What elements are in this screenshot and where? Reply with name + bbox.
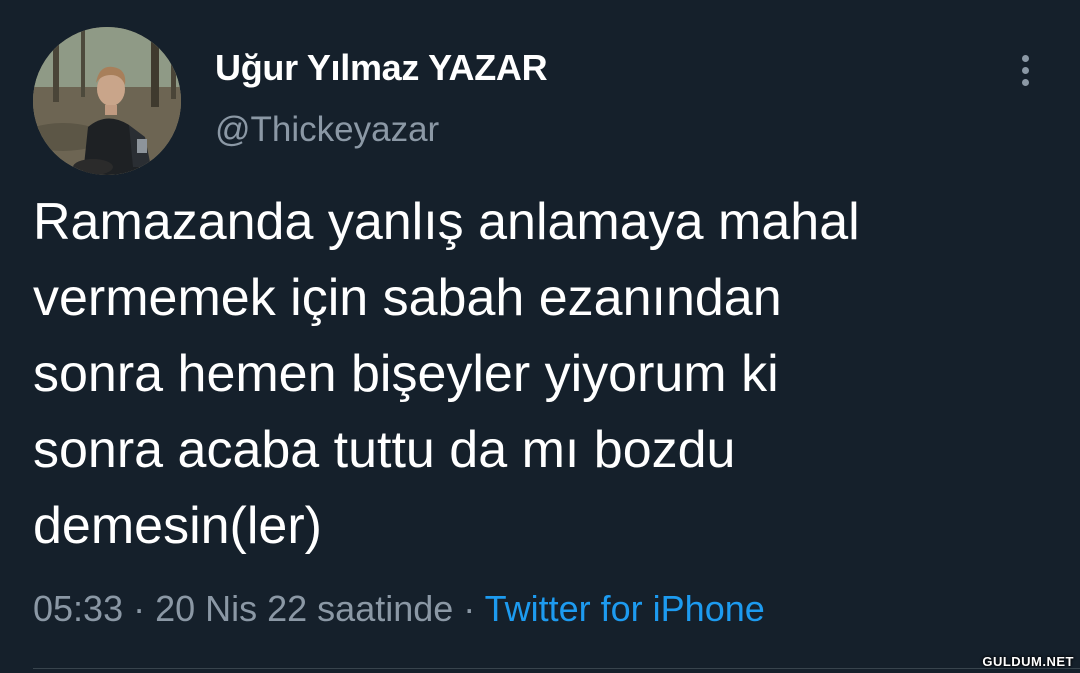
more-vertical-icon [1021,54,1029,62]
watermark: GULDUM.NET [982,654,1074,669]
tweet-text-line: vermemek için sabah ezanından [33,269,782,327]
avatar-photo [33,27,181,175]
author-handle[interactable]: @Thickeyazar [215,110,439,150]
avatar[interactable] [33,27,181,175]
tweet-text-line: sonra hemen bişeyler yiyorum ki [33,345,779,403]
meta-separator: · [453,588,485,629]
tweet-date[interactable]: 20 Nis 22 saatinde [155,588,453,629]
tweet-detail: Uğur Yılmaz YAZAR @Thickeyazar Ramazanda… [0,0,1080,673]
tweet-text: Ramazanda yanlış anlamaya mahal vermemek… [33,184,1033,564]
more-vertical-icon-dot [1021,66,1029,74]
tweet-text-line: sonra acaba tuttu da mı bozdu [33,421,736,479]
author-display-name[interactable]: Uğur Yılmaz YAZAR [215,47,548,89]
divider [33,668,1080,669]
more-vertical-icon-dot [1021,78,1029,86]
tweet-meta: 05:33 · 20 Nis 22 saatinde · Twitter for… [33,588,765,630]
tweet-text-line: demesin(ler) [33,497,322,555]
more-options-button[interactable] [1006,48,1044,92]
tweet-time[interactable]: 05:33 [33,588,123,629]
meta-separator: · [123,588,156,629]
tweet-source-link[interactable]: Twitter for iPhone [485,588,765,629]
tweet-text-line: Ramazanda yanlış anlamaya mahal [33,193,860,251]
